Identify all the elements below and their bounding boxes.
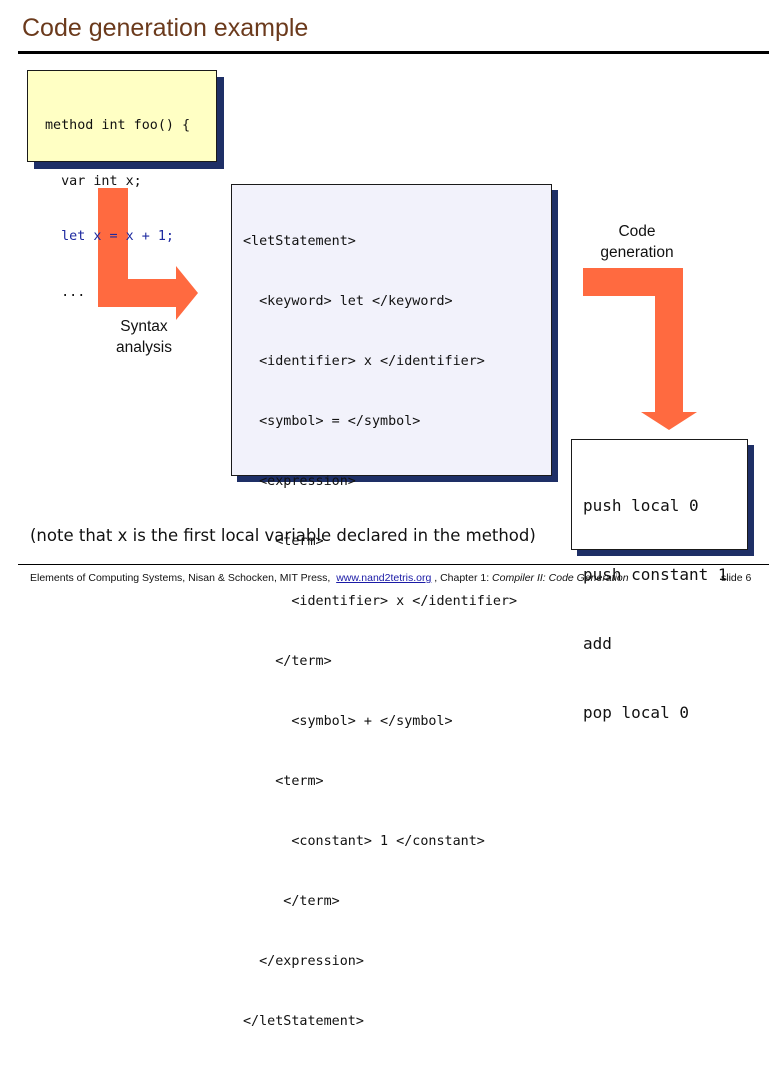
xml-line: </expression> [243,954,364,969]
footer-chapter: , Chapter 1: [434,572,490,584]
footer-divider [18,564,769,565]
vm-line: pop local 0 [583,703,689,722]
vm-line: push local 0 [583,496,699,515]
xml-line: <symbol> = </symbol> [243,414,421,429]
xml-line: </letStatement> [243,1014,364,1029]
source-line: method int foo() { [45,118,191,133]
syntax-analysis-label: Syntax analysis [104,316,184,358]
codegen-label-line: generation [600,244,674,261]
xml-line: <identifier> x </identifier> [243,354,485,369]
vm-code-box: push local 0 push constant 1 add pop loc… [571,439,748,722]
parse-tree-box: <letStatement> <keyword> let </keyword> … [231,184,552,1029]
xml-line: <term> [243,774,324,789]
code-generation-label: Code generation [592,221,682,263]
footer-chapter-title: Compiler II: Code Generation [492,572,629,584]
xml-line: <expression> [243,474,356,489]
xml-line: <constant> 1 </constant> [243,834,485,849]
syntax-label-line: Syntax [120,318,168,335]
footer-citation: Elements of Computing Systems, Nisan & S… [30,572,331,584]
xml-line: </term> [243,894,340,909]
source-line: var int x; [45,173,142,189]
footer-link[interactable]: www.nand2tetris.org [336,572,431,584]
xml-line: <identifier> x </identifier> [243,594,518,609]
xml-line: <keyword> let </keyword> [243,294,453,309]
source-line-highlight: let x = x + 1; [45,229,174,244]
xml-line: </term> [243,654,332,669]
footer: Elements of Computing Systems, Nisan & S… [30,572,629,584]
codegen-label-line: Code [618,223,656,240]
vm-line: add [583,634,612,653]
syntax-label-line: analysis [116,339,172,356]
source-line: ... [45,284,86,300]
xml-line: <letStatement> [243,234,356,249]
note-text: (note that x is the first local variable… [30,526,536,545]
code-generation-arrow [583,268,697,430]
xml-line: <symbol> + </symbol> [243,714,453,729]
source-code-box: method int foo() { var int x; let x = x … [27,70,217,300]
slide-number: slide 6 [721,572,752,584]
